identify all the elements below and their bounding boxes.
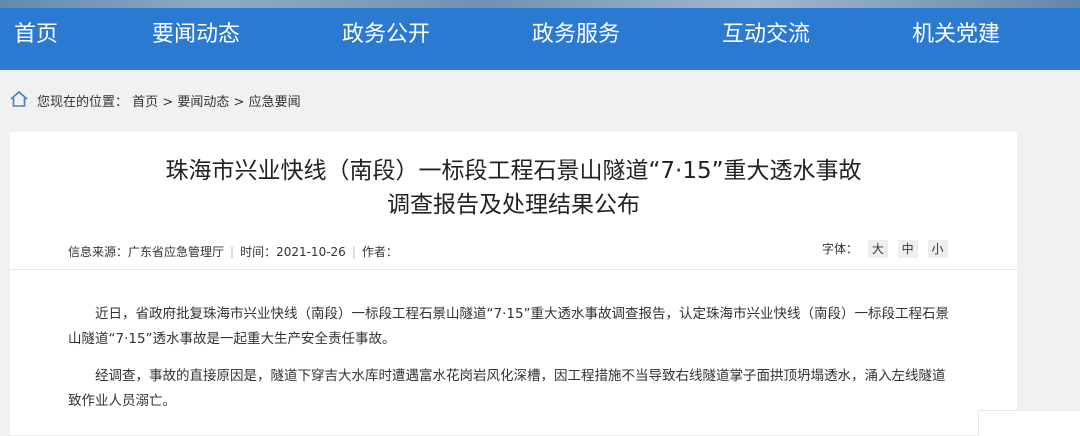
font-size-control: 字体： 大 中 小 xyxy=(822,240,948,258)
breadcrumb-separator: > xyxy=(233,95,245,110)
article-title-line1: 珠海市兴业快线（南段）一标段工程石景山隧道“7·15”重大透水事故 xyxy=(165,158,862,184)
meta-divider: | xyxy=(230,245,235,259)
breadcrumb-separator: > xyxy=(162,95,174,110)
article-title-line2: 调查报告及处理结果公布 xyxy=(387,192,640,218)
article-panel: 珠海市兴业快线（南段）一标段工程石景山隧道“7·15”重大透水事故 调查报告及处… xyxy=(10,132,1017,435)
font-size-large-button[interactable]: 大 xyxy=(867,240,888,258)
nav-item-interaction[interactable]: 互动交流 xyxy=(722,8,810,70)
breadcrumb-prefix: 您现在的位置： xyxy=(37,95,129,110)
nav-item-home[interactable]: 首页 xyxy=(14,8,58,70)
breadcrumb-item-emergency-news[interactable]: 应急要闻 xyxy=(249,95,301,110)
article-source: 信息来源：广东省应急管理厅 xyxy=(68,245,225,259)
breadcrumb-item-home[interactable]: 首页 xyxy=(132,95,158,110)
article-author: 作者： xyxy=(361,245,398,259)
article-meta: 信息来源：广东省应急管理厅 | 时间：2021-10-26 | 作者： xyxy=(68,243,398,260)
article-paragraph-1: 近日，省政府批复珠海市兴业快线（南段）一标段工程石景山隧道“7·15”重大透水事… xyxy=(68,306,950,347)
nav-item-party-building[interactable]: 机关党建 xyxy=(912,8,1000,70)
nav-item-government-services[interactable]: 政务服务 xyxy=(532,8,620,70)
side-widget xyxy=(978,410,1080,436)
nav-item-public-affairs[interactable]: 政务公开 xyxy=(342,8,430,70)
breadcrumb: 您现在的位置： 首页 > 要闻动态 > 应急要闻 xyxy=(37,91,301,110)
article-title: 珠海市兴业快线（南段）一标段工程石景山隧道“7·15”重大透水事故 调查报告及处… xyxy=(10,154,1017,222)
breadcrumb-item-news[interactable]: 要闻动态 xyxy=(177,95,229,110)
nav-item-news[interactable]: 要闻动态 xyxy=(152,8,240,70)
font-size-label: 字体： xyxy=(822,242,859,256)
article-time: 时间：2021-10-26 xyxy=(240,245,346,259)
main-nav: 首页 要闻动态 政务公开 政务服务 互动交流 机关党建 xyxy=(0,0,1080,70)
meta-divider: | xyxy=(351,245,356,259)
font-size-medium-button[interactable]: 中 xyxy=(897,240,918,258)
article-paragraph-2: 经调查，事故的直接原因是，隧道下穿吉大水库时遭遇富水花岗岩风化深槽，因工程措施不… xyxy=(68,368,946,409)
home-icon xyxy=(10,90,28,107)
meta-divider-line xyxy=(10,269,1017,270)
nav-decoration xyxy=(0,0,1080,8)
font-size-small-button[interactable]: 小 xyxy=(927,240,948,258)
